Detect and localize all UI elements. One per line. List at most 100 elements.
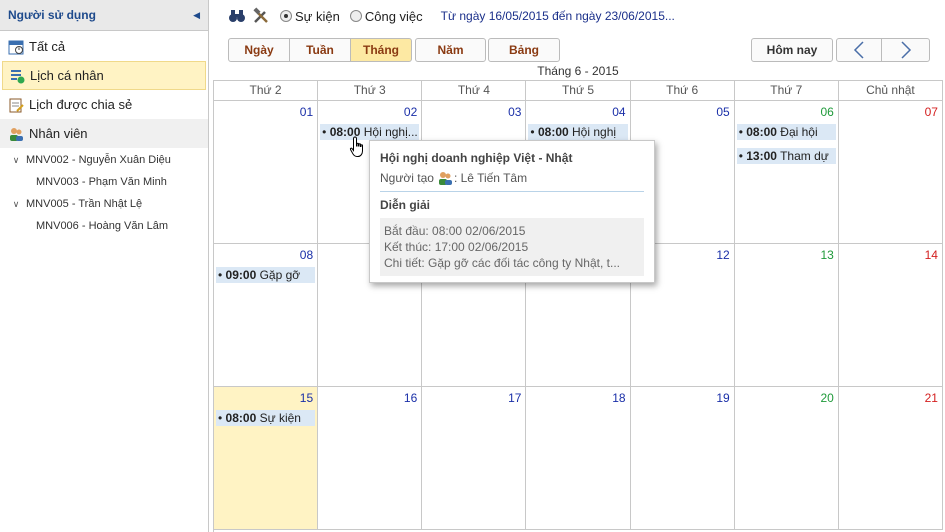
weekday-label: Chủ nhật [839, 81, 943, 100]
event-title: Gặp gỡ [259, 268, 301, 282]
end-time: Kết thúc: 17:00 02/06/2015 [384, 240, 529, 254]
sidebar-item-all[interactable]: Tất cả [0, 32, 208, 61]
weekday-label: Thứ 5 [526, 81, 631, 100]
event-title: Hội nghị [572, 125, 617, 139]
binoculars-icon[interactable] [228, 7, 246, 25]
date-range-link[interactable]: Từ ngày 16/05/2015 đến ngày 23/06/2015..… [441, 9, 675, 23]
event-item[interactable]: • 08:00 Hội nghị [528, 124, 628, 140]
day-number: 07 [924, 105, 938, 119]
event-item[interactable]: • 08:00 Sự kiện [216, 410, 316, 426]
day-number: 05 [716, 105, 730, 119]
day-cell[interactable]: 19 [631, 387, 735, 529]
week-view-button[interactable]: Tuần [289, 38, 351, 62]
tools-icon[interactable] [252, 7, 270, 25]
day-number: 08 [299, 248, 314, 262]
event-title: Tham dự [780, 149, 829, 163]
day-number: 03 [508, 105, 522, 119]
day-cell[interactable]: 14 [839, 244, 943, 386]
sidebar-item-label: Lịch được chia sẻ [29, 97, 133, 112]
event-item[interactable]: • 13:00 Tham dự [736, 148, 836, 164]
week-row: 15 • 08:00 Sự kiện 16 17 18 19 20 21 [214, 387, 943, 530]
radio-dot [349, 10, 362, 22]
tree-item-mnv003[interactable]: MNV003 - Phạm Văn Minh [0, 171, 208, 193]
day-number: 14 [924, 248, 938, 262]
tree-item-mnv002[interactable]: ∨ MNV002 - Nguyễn Xuân Diệu [0, 149, 208, 171]
tree-item-mnv006[interactable]: MNV006 - Hoàng Văn Lâm [0, 215, 208, 237]
prev-arrow-icon[interactable] [836, 38, 882, 62]
creator-label: Người tạo [380, 171, 434, 185]
tree-item-mnv005[interactable]: ∨ MNV005 - Trần Nhật Lệ [0, 193, 208, 215]
day-number: 13 [820, 248, 834, 262]
weekday-label: Thứ 2 [214, 81, 319, 100]
weekday-label: Thứ 3 [318, 81, 423, 100]
year-view-button[interactable]: Năm [415, 38, 486, 62]
day-number: 15 [299, 391, 314, 405]
sidebar-header: Người sử dụng ◀ [0, 0, 208, 31]
shared-notes-icon [8, 97, 24, 113]
weekday-label: Thứ 7 [735, 81, 839, 100]
weekday-label: Thứ 6 [631, 81, 735, 100]
expand-caret-icon[interactable]: ∨ [10, 199, 22, 210]
sidebar-item-shared[interactable]: Lịch được chia sẻ [0, 90, 208, 119]
users-icon [8, 126, 24, 142]
day-cell[interactable]: 17 [422, 387, 527, 529]
event-time: 08:00 [746, 125, 777, 139]
radio-label: Công việc [364, 8, 423, 24]
toolbar: Sự kiện Công việc Từ ngày 16/05/2015 đến… [228, 6, 675, 26]
day-number: 18 [612, 391, 626, 405]
day-number: 02 [403, 105, 418, 119]
event-detail: Chi tiết: Gặp gỡ các đối tác công ty Nhậ… [384, 256, 620, 270]
day-number: 16 [403, 391, 418, 405]
tree-item-label: MNV005 - Trần Nhật Lệ [26, 198, 143, 210]
collapse-icon[interactable]: ◀ [193, 10, 200, 21]
radio-dot [280, 10, 292, 22]
event-item[interactable]: • 08:00 Đại hội [736, 124, 836, 140]
sidebar-item-employees[interactable]: Nhân viên [0, 119, 208, 148]
day-number: 01 [299, 105, 314, 119]
event-time: 08:00 [537, 125, 569, 139]
event-time: 13:00 [746, 149, 777, 163]
calendar-icon [8, 39, 24, 55]
day-cell[interactable]: 01 [214, 101, 319, 243]
users-icon [437, 171, 453, 185]
day-cell[interactable]: 20 [735, 387, 839, 529]
expand-caret-icon[interactable]: ∨ [10, 155, 22, 166]
next-arrow-icon[interactable] [881, 38, 930, 62]
sidebar-item-label: Tất cả [29, 39, 66, 54]
day-view-button[interactable]: Ngày [228, 38, 290, 62]
month-title: Tháng 6 - 2015 [537, 64, 619, 78]
creator-name: : Lê Tiến Tâm [453, 171, 528, 185]
sidebar-title: Người sử dụng [8, 8, 96, 22]
day-cell[interactable]: 06 • 08:00 Đại hội • 13:00 Tham dự [735, 101, 839, 243]
day-number: 21 [924, 391, 938, 405]
day-number: 17 [508, 391, 522, 405]
weekday-label: Thứ 4 [422, 81, 527, 100]
weekday-header: Thứ 2 Thứ 3 Thứ 4 Thứ 5 Thứ 6 Thứ 7 Chủ … [214, 80, 943, 101]
event-item[interactable]: • 08:00 Hội nghị... [320, 124, 420, 140]
day-cell[interactable]: 16 [318, 387, 423, 529]
sidebar-item-personal[interactable]: Lịch cá nhân [2, 61, 206, 90]
tree-item-label: MNV002 - Nguyễn Xuân Diệu [26, 154, 171, 166]
table-view-button[interactable]: Bảng [488, 38, 560, 62]
description-box: Bắt đầu: 08:00 02/06/2015 Kết thúc: 17:0… [380, 218, 644, 276]
task-radio[interactable]: Công việc [349, 8, 423, 24]
event-tooltip: Hội nghị doanh nghiệp Việt - Nhật Người … [369, 140, 655, 283]
day-cell-today[interactable]: 15 • 08:00 Sự kiện [214, 387, 319, 529]
day-cell[interactable]: 08 • 09:00 Gặp gỡ [214, 244, 319, 386]
month-view-button[interactable]: Tháng [350, 38, 412, 62]
event-item[interactable]: • 09:00 Gặp gỡ [216, 267, 316, 283]
day-cell[interactable]: 07 [839, 101, 943, 243]
day-number: 20 [820, 391, 834, 405]
event-radio[interactable]: Sự kiện [280, 9, 340, 24]
today-button[interactable]: Hôm nay [751, 38, 833, 62]
event-title: Sự kiện [259, 411, 301, 425]
radio-label: Sự kiện [295, 8, 340, 24]
tree-item-label: MNV006 - Hoàng Văn Lâm [36, 220, 169, 232]
day-cell[interactable]: 13 [735, 244, 839, 386]
day-cell[interactable]: 21 [839, 387, 943, 529]
day-number: 19 [716, 391, 730, 405]
day-cell[interactable]: 18 [526, 387, 631, 529]
start-time: Bắt đầu: 08:00 02/06/2015 [384, 224, 526, 238]
day-number: 12 [716, 248, 730, 262]
day-number: 04 [612, 105, 626, 119]
